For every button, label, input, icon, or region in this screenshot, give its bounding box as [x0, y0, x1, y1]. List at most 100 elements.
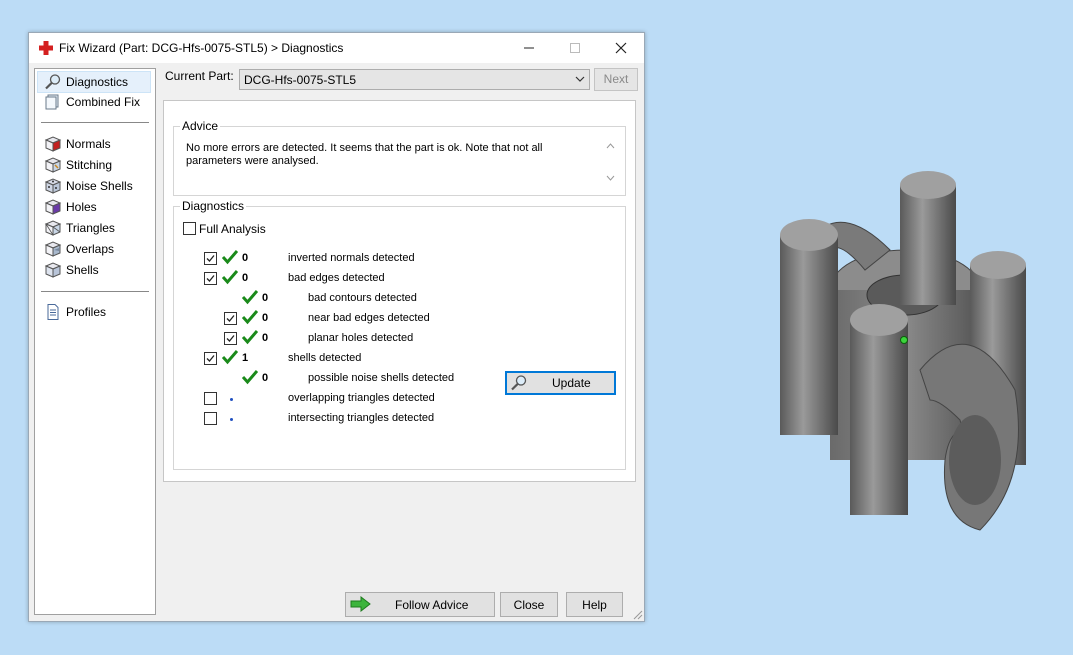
- checkmark-icon: [226, 315, 235, 322]
- planar-holes-label: planar holes detected: [308, 332, 414, 344]
- inverted-normals-label: inverted normals detected: [288, 252, 415, 264]
- sidebar-item-shells[interactable]: Shells: [38, 260, 150, 280]
- sidebar-item-label: Shells: [66, 263, 99, 277]
- near-bad-edges-checkbox[interactable]: [224, 312, 237, 325]
- inverted-normals-count: 0: [242, 252, 249, 264]
- noise-shells-icon: [44, 178, 62, 194]
- full-analysis-checkbox[interactable]: [183, 222, 196, 235]
- sidebar-divider: [41, 291, 149, 292]
- sidebar-item-holes[interactable]: Holes: [38, 197, 150, 217]
- sidebar-item-noise-shells[interactable]: Noise Shells: [38, 176, 150, 196]
- part-3d-model[interactable]: [770, 160, 1040, 540]
- sidebar-item-combined-fix[interactable]: Combined Fix: [38, 92, 150, 112]
- holes-cube-icon: [44, 199, 62, 215]
- update-button-label: Update: [552, 376, 591, 390]
- bad-contours-label: bad contours detected: [308, 292, 417, 304]
- green-check-icon: [242, 330, 258, 345]
- bad-edges-count: 0: [242, 272, 249, 284]
- diagnostics-title: Diagnostics: [180, 199, 247, 213]
- follow-advice-button[interactable]: Follow Advice: [345, 592, 495, 617]
- red-cross-icon: [39, 41, 53, 55]
- minimize-icon: [524, 47, 534, 49]
- checkmark-icon: [206, 255, 215, 262]
- shells-label: shells detected: [288, 352, 362, 364]
- sidebar-item-profiles[interactable]: Profiles: [38, 302, 150, 322]
- checkmark-icon: [206, 355, 215, 362]
- document-icon: [47, 304, 59, 320]
- current-part-label: Current Part:: [165, 69, 234, 83]
- fix-wizard-window: Fix Wizard (Part: DCG-Hfs-0075-STL5) > D…: [28, 32, 645, 622]
- full-analysis-label: Full Analysis: [199, 222, 266, 236]
- green-check-icon: [242, 370, 258, 385]
- chevron-down-icon: [575, 76, 585, 82]
- close-button[interactable]: Close: [500, 592, 558, 617]
- green-check-icon: [222, 250, 238, 265]
- not-analysed-dot-icon: [230, 418, 233, 421]
- sidebar-item-label: Noise Shells: [66, 179, 133, 193]
- window-title: Fix Wizard (Part: DCG-Hfs-0075-STL5) > D…: [59, 41, 344, 55]
- sidebar-divider: [41, 122, 149, 123]
- magnifier-icon: [511, 375, 527, 391]
- resize-grip-icon[interactable]: [632, 609, 643, 620]
- sidebar-item-triangles[interactable]: Triangles: [38, 218, 150, 238]
- sidebar-item-label: Stitching: [66, 158, 113, 172]
- green-check-icon: [242, 290, 258, 305]
- update-button[interactable]: Update: [505, 371, 616, 395]
- near-bad-edges-count: 0: [262, 312, 269, 324]
- shells-count: 1: [242, 352, 249, 364]
- overlapping-triangles-label: overlapping triangles detected: [288, 392, 435, 404]
- near-bad-edges-label: near bad edges detected: [308, 312, 430, 324]
- magnifier-icon: [45, 74, 61, 90]
- current-part-value: DCG-Hfs-0075-STL5: [244, 73, 357, 87]
- scroll-down-arrow-icon[interactable]: [606, 175, 615, 181]
- planar-holes-count: 0: [262, 332, 269, 344]
- help-button[interactable]: Help: [566, 592, 623, 617]
- intersecting-triangles-label: intersecting triangles detected: [288, 412, 435, 424]
- noise-shells-count: 0: [262, 372, 269, 384]
- close-icon: [615, 42, 627, 54]
- normals-cube-icon: [44, 136, 62, 152]
- stitching-cube-icon: [44, 157, 62, 173]
- checkmark-icon: [226, 335, 235, 342]
- diagnostics-panel: Advice No more errors are detected. It s…: [163, 100, 636, 482]
- minimize-button[interactable]: [506, 33, 552, 63]
- planar-holes-checkbox[interactable]: [224, 332, 237, 345]
- sidebar-item-label: Profiles: [66, 305, 107, 319]
- shells-checkbox[interactable]: [204, 352, 217, 365]
- sidebar-item-overlaps[interactable]: Overlaps: [38, 239, 150, 259]
- overlapping-triangles-checkbox[interactable]: [204, 392, 217, 405]
- green-check-icon: [222, 350, 238, 365]
- close-window-button[interactable]: [598, 33, 644, 63]
- bad-contours-count: 0: [262, 292, 269, 304]
- overlaps-cube-icon: [44, 241, 62, 257]
- sidebar-item-label: Diagnostics: [66, 75, 129, 89]
- advice-title: Advice: [180, 119, 221, 133]
- sidebar-item-label: Holes: [66, 200, 97, 214]
- diagnostics-group: Diagnostics Full Analysis 0 inverted nor…: [173, 199, 626, 470]
- current-part-select[interactable]: DCG-Hfs-0075-STL5: [239, 69, 590, 90]
- inverted-normals-checkbox[interactable]: [204, 252, 217, 265]
- sidebar-item-label: Combined Fix: [66, 95, 141, 109]
- bad-edges-checkbox[interactable]: [204, 272, 217, 285]
- sidebar-item-label: Triangles: [66, 221, 115, 235]
- close-button-label: Close: [513, 598, 545, 612]
- sidebar-item-label: Normals: [66, 137, 111, 151]
- sidebar-item-diagnostics[interactable]: Diagnostics: [37, 71, 151, 93]
- cube-stack-icon: [45, 94, 59, 110]
- next-button[interactable]: Next: [594, 68, 638, 91]
- sidebar-item-normals[interactable]: Normals: [38, 134, 150, 154]
- sidebar-item-stitching[interactable]: Stitching: [38, 155, 150, 175]
- sidebar-item-label: Overlaps: [66, 242, 115, 256]
- follow-advice-label: Follow Advice: [395, 598, 469, 612]
- intersecting-triangles-checkbox[interactable]: [204, 412, 217, 425]
- sidebar: Diagnostics Combined Fix Normals Stitchi…: [34, 68, 156, 615]
- advice-text: No more errors are detected. It seems th…: [186, 142, 543, 167]
- bad-edges-label: bad edges detected: [288, 272, 385, 284]
- scroll-up-arrow-icon[interactable]: [606, 143, 615, 149]
- help-button-label: Help: [582, 598, 607, 612]
- maximize-icon: [570, 43, 580, 53]
- maximize-button[interactable]: [552, 33, 598, 63]
- green-check-icon: [222, 270, 238, 285]
- checkmark-icon: [206, 275, 215, 282]
- title-bar[interactable]: Fix Wizard (Part: DCG-Hfs-0075-STL5) > D…: [29, 33, 644, 63]
